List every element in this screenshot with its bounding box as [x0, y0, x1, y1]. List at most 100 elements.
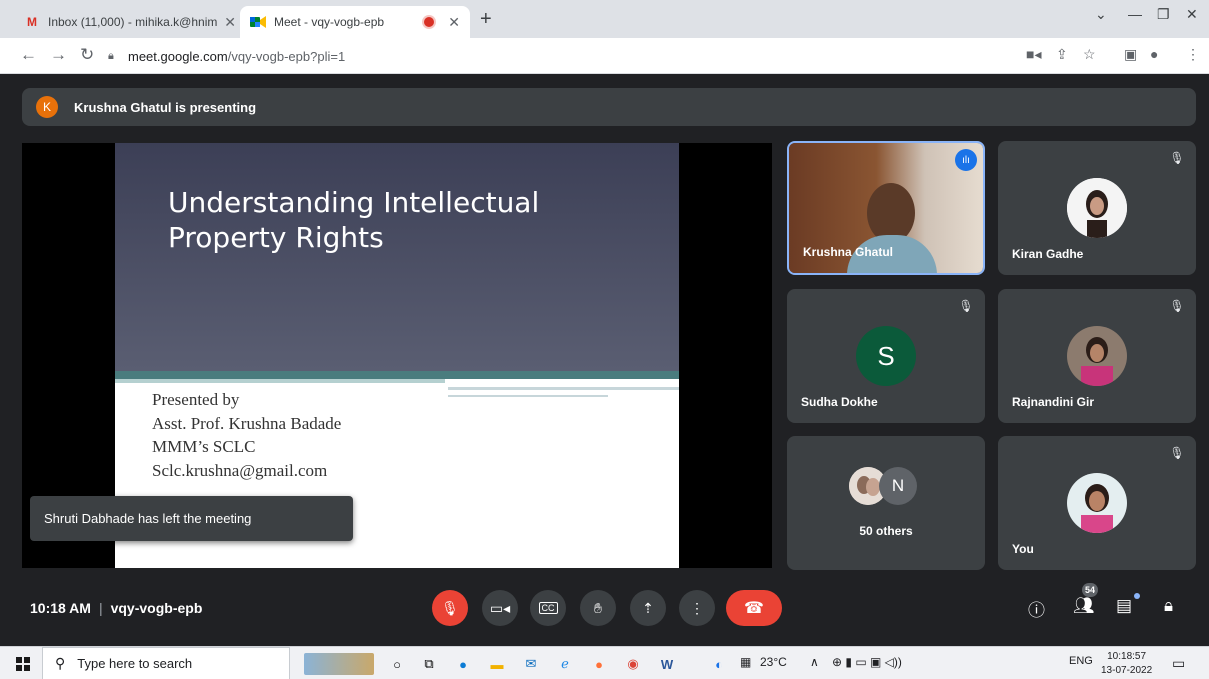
slide-line: Asst. Prof. Krushna Badade [152, 413, 342, 433]
mic-muted-icon: 🎙︎ [958, 299, 974, 313]
leave-call-button[interactable]: ☎︎ [726, 590, 782, 626]
participant-name: You [1012, 542, 1034, 556]
tab-title: Inbox (11,000) - mihika.k@hnim [48, 15, 218, 29]
meeting-info-icon[interactable]: ⓘ [1028, 596, 1045, 621]
bookmark-star-icon[interactable]: ☆ [1083, 46, 1096, 63]
meeting-details: 10:18 AM | vqy-vogb-epb [30, 600, 202, 616]
gmail-icon: M [27, 15, 37, 29]
mic-muted-icon: 🎙︎ [1169, 299, 1185, 313]
participant-name: Rajnandini Gir [1012, 395, 1095, 409]
weather-temp[interactable]: 23°C [760, 655, 787, 669]
app-icon[interactable]: ◐ [708, 653, 730, 675]
participant-tile[interactable]: 🎙︎ Kiran Gadhe [998, 141, 1196, 275]
presenting-text: Krushna Ghatul is presenting [74, 99, 257, 115]
meeting-time: 10:18 AM [30, 600, 91, 616]
captions-button[interactable]: CC [530, 590, 566, 626]
self-tile[interactable]: 🎙︎ You [998, 436, 1196, 570]
chrome-icon[interactable]: ◉ [622, 653, 644, 675]
slide-body: Presented by Asst. Prof. Krushna Badade … [152, 388, 341, 482]
notification-dot [1134, 593, 1140, 599]
participant-tile[interactable]: 🎙︎ S Sudha Dokhe [787, 289, 985, 423]
cortana-icon[interactable]: ○ [386, 653, 408, 675]
tab-gmail[interactable]: M Inbox (11,000) - mihika.k@hnim ✕ [14, 6, 246, 38]
speaking-icon: ılı [955, 149, 977, 171]
presenter-avatar: K [36, 96, 58, 118]
firefox-icon[interactable]: ● [588, 653, 610, 675]
presenting-banner: K Krushna Ghatul is presenting [22, 88, 1196, 126]
participant-name: Kiran Gadhe [1012, 247, 1084, 261]
url-path: /vqy-vogb-epb?pli=1 [227, 48, 346, 64]
forward-icon[interactable]: → [50, 45, 67, 65]
file-explorer-icon[interactable]: ▬ [486, 653, 508, 675]
task-view-icon[interactable]: ⧉ [418, 653, 440, 675]
present-button[interactable]: ⇡ [630, 590, 666, 626]
end-call-icon: ☎︎ [744, 600, 764, 617]
windows-start-icon[interactable] [12, 653, 34, 675]
share-icon[interactable]: ⇪ [1056, 46, 1068, 63]
tray-icons[interactable]: ⊕ ▮ ▭ ▣ ◁)) [832, 655, 902, 669]
more-options-button[interactable]: ⋮ [679, 590, 715, 626]
clock-time: 10:18:57 [1107, 651, 1147, 662]
participant-tile-speaker[interactable]: ılı Krushna Ghatul [787, 141, 985, 275]
close-tab-icon[interactable]: ✕ [448, 14, 460, 31]
participant-tile[interactable]: 🎙︎ Rajnandini Gir [998, 289, 1196, 423]
language-indicator[interactable]: ENG [1069, 655, 1093, 667]
slide-line: Sclc.krushna@gmail.com [152, 460, 328, 480]
mic-muted-icon: 🎙︎ [1169, 151, 1185, 165]
avatar: S [856, 326, 916, 386]
meet-icon [250, 15, 266, 29]
mail-icon[interactable]: ✉ [520, 653, 542, 675]
host-controls-icon[interactable]: 🔒︎ [1164, 596, 1173, 616]
tab-meet[interactable]: Meet - vqy-vogb-epb ✕ [240, 6, 470, 38]
participant-name: Krushna Ghatul [803, 245, 894, 259]
chat-icon[interactable]: ▤ [1116, 596, 1132, 616]
sidebar-icon[interactable]: ▣ [1124, 46, 1137, 63]
back-icon[interactable]: ← [20, 45, 37, 65]
slide-divider [448, 395, 608, 397]
captions-icon: CC [538, 602, 558, 614]
tray-chevron-icon[interactable]: ∧ [810, 655, 819, 669]
notification-toast: Shruti Dabhade has left the meeting [30, 496, 353, 541]
slide-divider [448, 387, 679, 390]
clock[interactable]: 10:18:57 13-07-2022 [1101, 650, 1152, 678]
camera-icon: ▭◂ [489, 599, 511, 616]
others-avatars: N [849, 467, 929, 505]
separator: | [98, 600, 103, 616]
more-vert-icon: ⋮ [690, 599, 704, 616]
profile-icon[interactable]: ● [1150, 46, 1158, 62]
avatar [1067, 473, 1127, 533]
slide-divider [115, 379, 445, 383]
windows-taskbar: ⚲ Type here to search ○ ⧉ ● ▬ ✉ ℯ ● ◉ W … [0, 646, 1209, 679]
camera-toggle-button[interactable]: ▭◂ [482, 590, 518, 626]
news-widget-icon[interactable] [304, 653, 374, 675]
present-icon: ⇡ [642, 599, 654, 616]
new-tab-button[interactable]: + [480, 8, 492, 31]
raise-hand-button[interactable]: ✋︎ [580, 590, 616, 626]
notification-center-icon[interactable]: ▭ [1172, 655, 1185, 672]
clock-date: 13-07-2022 [1101, 665, 1153, 676]
avatar: N [879, 467, 917, 505]
edge-icon[interactable]: ● [452, 653, 474, 675]
mic-muted-icon: 🎙︎ [1169, 446, 1185, 460]
mic-toggle-button[interactable]: 🎙︎ [432, 590, 468, 626]
participant-name: Sudha Dokhe [801, 395, 878, 409]
people-icon[interactable]: 👥︎ [1073, 596, 1095, 616]
chevron-down-icon[interactable]: ⌄ [1095, 6, 1107, 23]
menu-kebab-icon[interactable]: ⋮ [1186, 46, 1200, 63]
mic-off-icon: 🎙︎ [441, 599, 459, 616]
camera-icon[interactable]: ■◂ [1026, 46, 1041, 63]
slide-divider [115, 371, 679, 379]
minimize-button[interactable]: — [1128, 6, 1142, 22]
recording-indicator-icon [424, 17, 435, 27]
others-tile[interactable]: N 50 others [787, 436, 985, 570]
meeting-code: vqy-vogb-epb [110, 600, 203, 616]
reload-icon[interactable]: ↻ [80, 45, 94, 65]
restore-button[interactable]: ❐ [1157, 6, 1170, 23]
close-tab-icon[interactable]: ✕ [224, 14, 236, 31]
others-count: 50 others [859, 524, 913, 538]
word-icon[interactable]: W [656, 653, 678, 675]
avatar [1067, 326, 1127, 386]
close-window-button[interactable]: ✕ [1186, 6, 1198, 23]
taskbar-search[interactable]: ⚲ Type here to search [42, 647, 290, 679]
internet-explorer-icon[interactable]: ℯ [554, 653, 576, 675]
